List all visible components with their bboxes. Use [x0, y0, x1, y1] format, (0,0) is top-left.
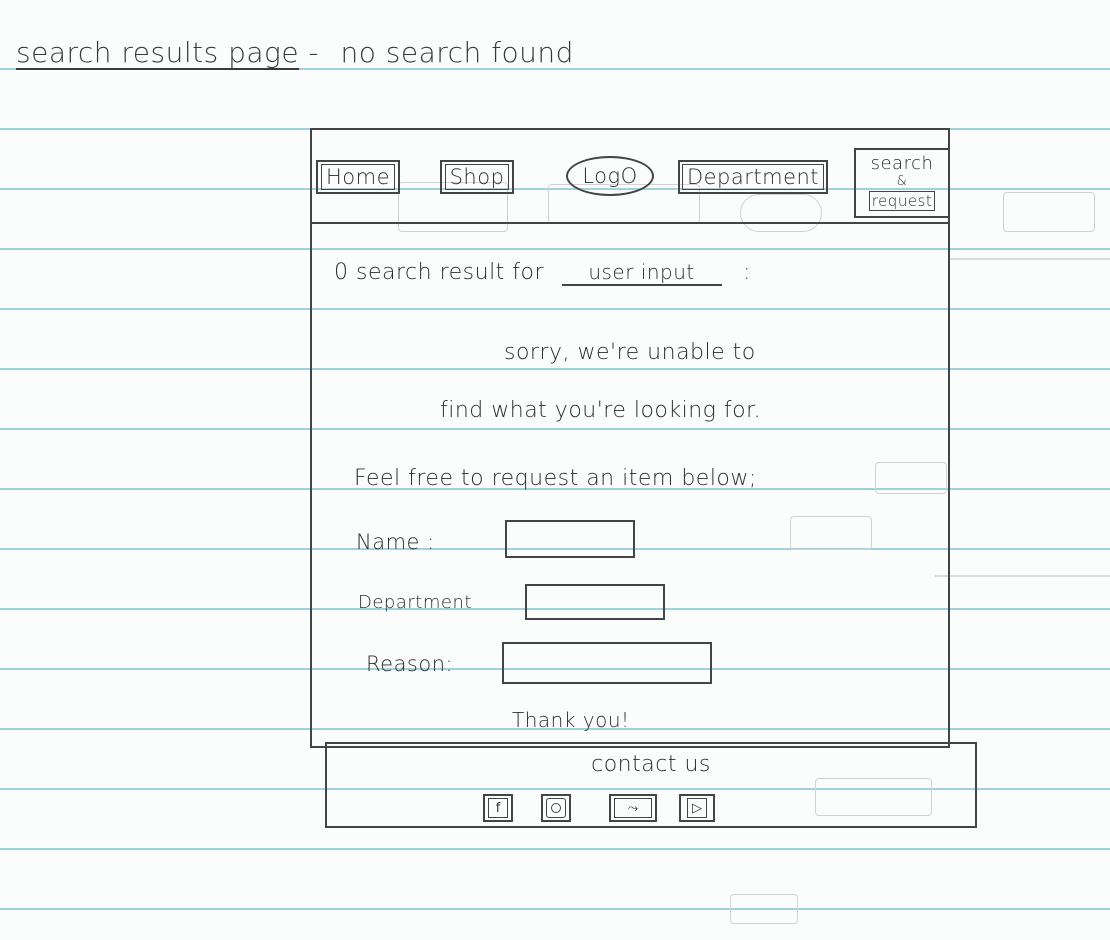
- name-label: Name :: [356, 530, 435, 554]
- ghost-line-1: [935, 575, 1110, 577]
- contact-us-label: contact us: [591, 752, 711, 777]
- reason-label: Reason:: [366, 652, 454, 676]
- nav-search-label-1: search: [870, 153, 934, 174]
- twitter-icon[interactable]: ⤳: [609, 794, 657, 822]
- instagram-icon[interactable]: [541, 794, 571, 822]
- nav-search-request-button[interactable]: search & request: [854, 148, 950, 218]
- reason-input[interactable]: [502, 642, 712, 684]
- logo[interactable]: LogO: [566, 156, 654, 196]
- no-results-message-line-1: sorry, we're unable to: [504, 340, 756, 365]
- ghost-box-home: [1003, 192, 1095, 232]
- request-intro: Feel free to request an item below;: [354, 466, 757, 491]
- search-results-summary: 0 search result for user input :: [334, 260, 751, 286]
- results-suffix: :: [743, 260, 751, 285]
- name-input[interactable]: [505, 520, 635, 558]
- page-heading: search results page - no search found: [16, 36, 574, 69]
- no-results-message-line-2: find what you're looking for.: [440, 398, 762, 423]
- department-label: Department: [358, 592, 472, 613]
- nav-home-label: Home: [321, 164, 396, 190]
- department-input[interactable]: [525, 584, 665, 620]
- heading-title: search results page: [16, 36, 300, 69]
- nav-search-label-3: request: [868, 191, 936, 211]
- nav-search-label-2: &: [896, 174, 908, 189]
- search-query: user input: [561, 260, 722, 286]
- ghost-box-input-4: [730, 894, 798, 924]
- nav-shop-button[interactable]: Shop: [440, 160, 514, 194]
- youtube-icon[interactable]: ▷: [679, 794, 715, 822]
- logo-label: LogO: [582, 164, 638, 188]
- results-prefix: 0 search result for: [334, 260, 545, 285]
- footer: contact us f ⤳ ▷: [325, 744, 977, 828]
- nav-bar-divider: [312, 222, 948, 224]
- nav-department-button[interactable]: Department: [678, 160, 828, 194]
- page-frame: Home Shop LogO Department search & reque…: [310, 128, 950, 748]
- heading-separator: -: [308, 36, 320, 69]
- thank-you-message: Thank you!: [512, 708, 630, 732]
- ghost-line-2: [950, 258, 1110, 260]
- nav-shop-label: Shop: [444, 164, 510, 190]
- nav-home-button[interactable]: Home: [316, 160, 400, 194]
- facebook-icon[interactable]: f: [483, 794, 513, 822]
- heading-subtitle: no search found: [340, 36, 574, 69]
- nav-department-label: Department: [681, 164, 825, 190]
